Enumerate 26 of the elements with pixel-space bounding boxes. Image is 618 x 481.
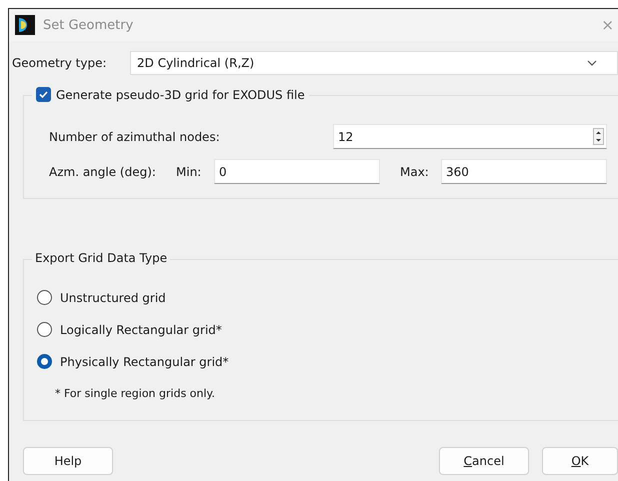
dialog-button[interactable]: Help	[23, 447, 113, 475]
checkmark-icon	[38, 89, 49, 100]
dialog-button[interactable]: Cancel	[439, 447, 529, 475]
footnote: * For single region grids only.	[55, 387, 216, 400]
field-label: Number of azimuthal nodes:	[49, 130, 221, 144]
radio-label[interactable]: Physically Rectangular grid*	[60, 354, 229, 368]
app-logo-icon	[15, 15, 35, 35]
spin-arrows-icon	[593, 128, 604, 145]
field-label: Min:	[176, 164, 202, 178]
radio-label[interactable]: Logically Rectangular grid*	[60, 322, 222, 336]
radio-button[interactable]	[37, 354, 52, 369]
field-label: Geometry type:	[12, 56, 108, 70]
radio-label[interactable]: Unstructured grid	[60, 290, 166, 304]
dialog-button[interactable]: OK	[542, 447, 618, 475]
radio-button[interactable]	[37, 322, 52, 337]
field-label: Azm. angle (deg):	[49, 164, 157, 178]
spin-box[interactable]: 12	[333, 124, 607, 149]
geometry-type-dropdown[interactable]: 2D Cylindrical (R,Z)	[130, 51, 618, 75]
window-title: Set Geometry	[43, 18, 134, 32]
chevron-down-icon	[587, 60, 597, 66]
max-field[interactable]: 360	[441, 159, 607, 184]
field-label: Max:	[400, 164, 430, 178]
radio-button[interactable]	[37, 290, 52, 305]
min-field[interactable]: 0	[214, 159, 380, 184]
checkbox[interactable]	[36, 87, 51, 102]
group-title: Export Grid Data Type	[35, 251, 168, 265]
